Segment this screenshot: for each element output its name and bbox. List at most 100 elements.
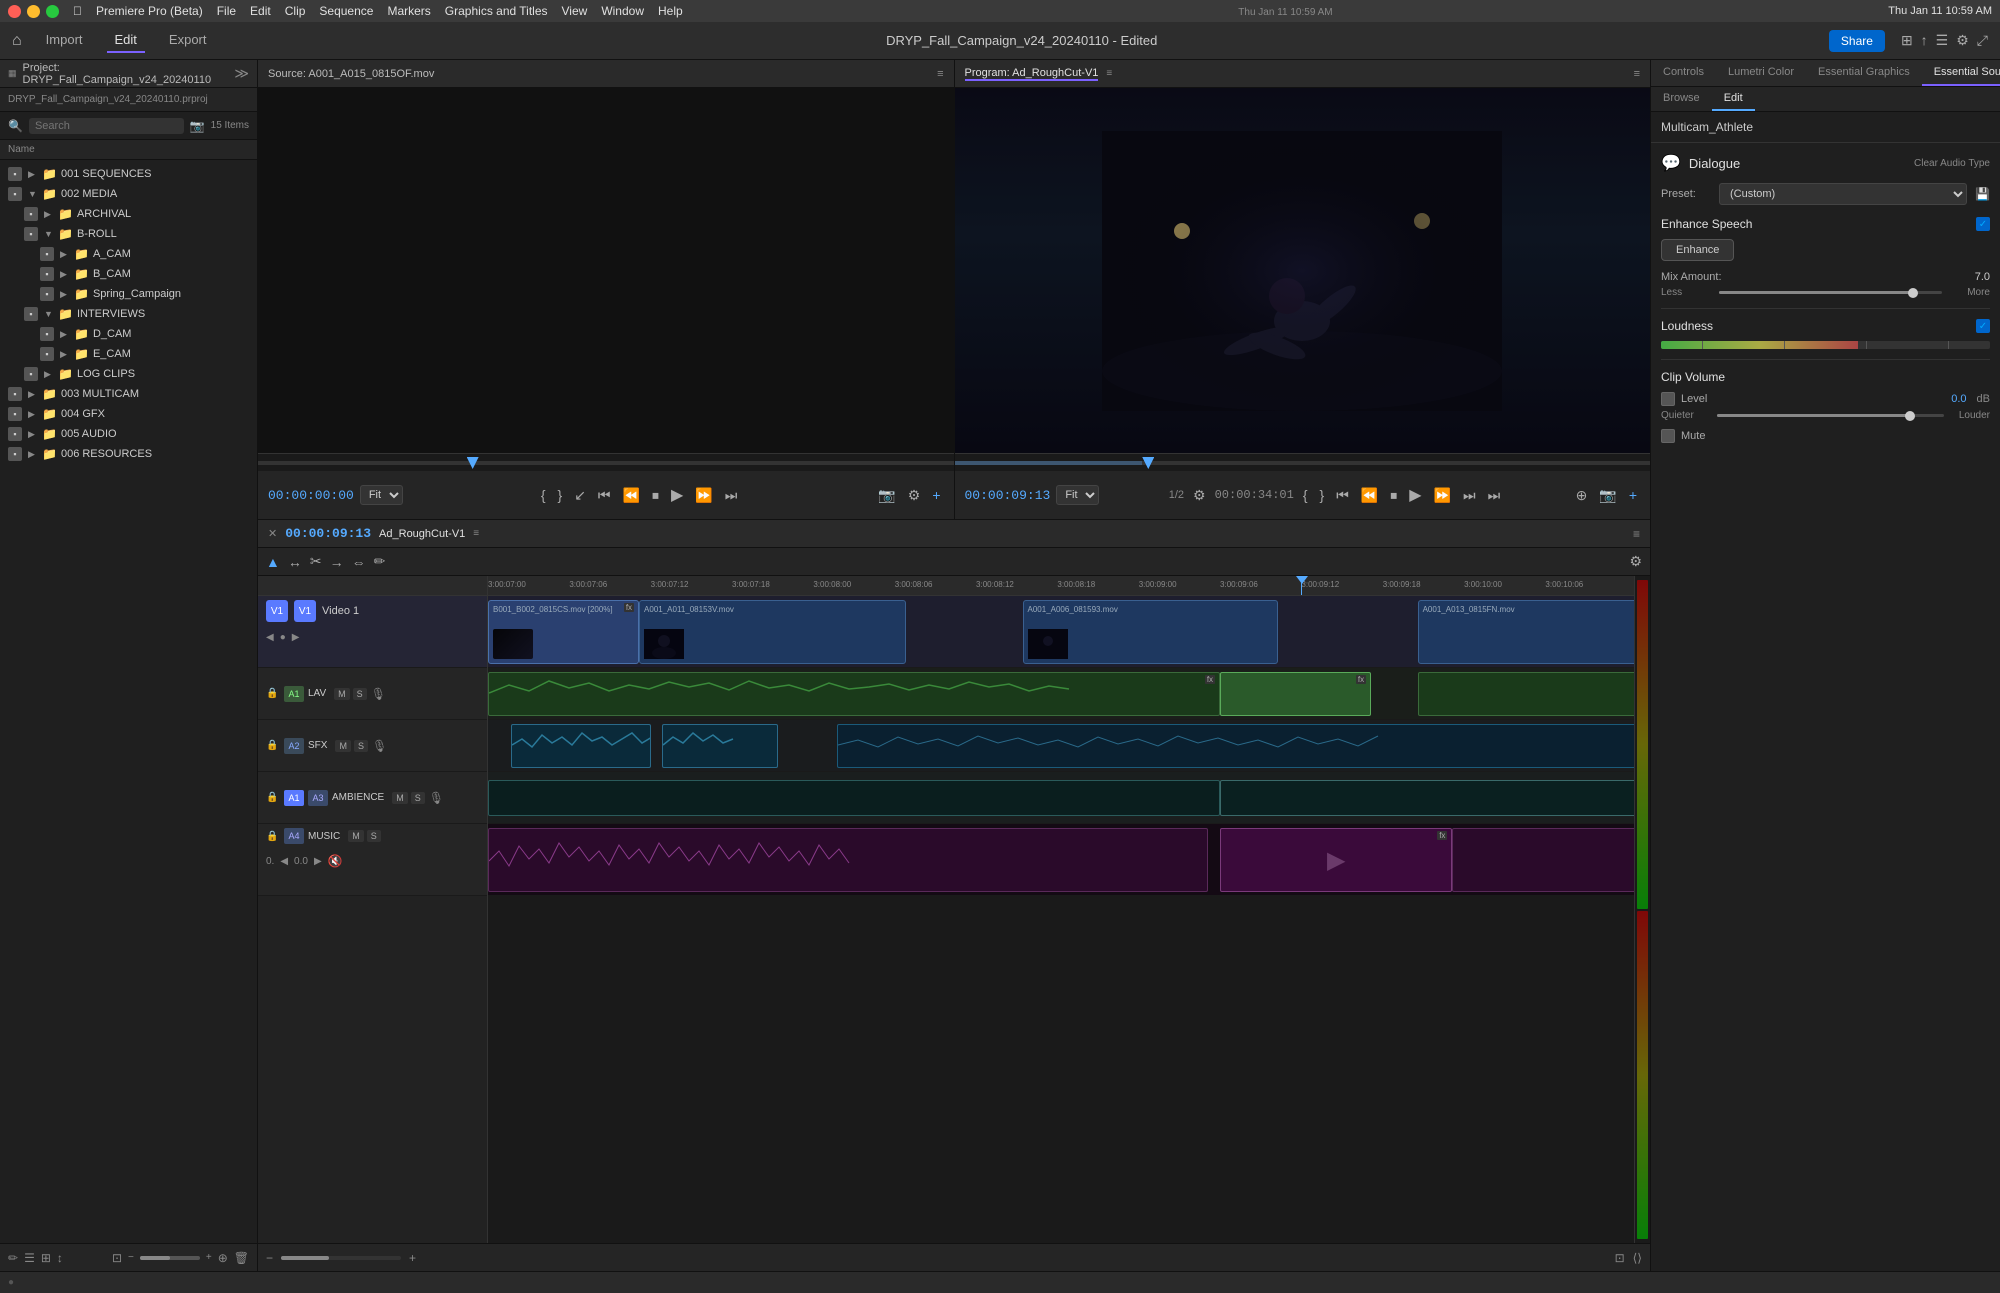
insert-button[interactable]: ↙ xyxy=(571,484,589,507)
v1-toggle[interactable]: V1 xyxy=(266,600,288,622)
clip-menu[interactable]: Clip xyxy=(285,4,306,18)
help-menu[interactable]: Help xyxy=(658,4,683,18)
sort-icon[interactable]: ↕ xyxy=(57,1251,63,1265)
tree-item-bcam[interactable]: ▪ ▶ 📁 B_CAM xyxy=(0,264,257,284)
tree-item-acam[interactable]: ▪ ▶ 📁 A_CAM xyxy=(0,244,257,264)
file-menu[interactable]: File xyxy=(217,4,236,18)
program-mark-in[interactable]: { xyxy=(1300,484,1311,506)
loudness-checkbox[interactable]: ✓ xyxy=(1976,319,1990,333)
v1-fwd[interactable]: ▶ xyxy=(292,632,300,643)
a3-mic-icon[interactable]: 🎙 xyxy=(429,791,444,805)
markers-menu[interactable]: Markers xyxy=(387,4,430,18)
a1-main-toggle[interactable]: A1 xyxy=(284,790,304,806)
a2-s-btn[interactable]: S xyxy=(354,740,368,752)
panel-menu-icon[interactable]: ≫ xyxy=(234,65,249,82)
a1-clip-2[interactable]: fx xyxy=(1220,672,1371,716)
home-icon[interactable]: ⌂ xyxy=(12,32,22,50)
a3-clip-2[interactable] xyxy=(1220,780,1650,816)
autofit-icon[interactable]: ⊡ xyxy=(112,1251,122,1265)
enhance-speech-checkbox[interactable]: ✓ xyxy=(1976,217,1990,231)
fit-select[interactable]: Fit xyxy=(360,485,403,505)
step-forward-button[interactable]: ⏩ xyxy=(692,484,715,507)
program-panel-menu[interactable]: ≡ xyxy=(1634,68,1640,80)
trash-icon[interactable]: 🗑 xyxy=(234,1251,249,1265)
program-fwd[interactable]: ⏭ xyxy=(1460,484,1479,507)
mark-in-button[interactable]: { xyxy=(538,484,549,506)
step-back-button[interactable]: ⏪ xyxy=(620,484,643,507)
close-button[interactable] xyxy=(8,5,21,18)
preset-save-icon[interactable]: 💾 xyxy=(1975,187,1990,201)
mute-checkbox[interactable] xyxy=(1661,429,1675,443)
tree-item-ecam[interactable]: ▪ ▶ 📁 E_CAM xyxy=(0,344,257,364)
timeline-menu[interactable]: ≡ xyxy=(1633,527,1640,541)
clear-audio-type-button[interactable]: Clear Audio Type xyxy=(1914,158,1990,169)
a1-clip-1[interactable]: fx xyxy=(488,672,1220,716)
settings-tool[interactable]: ⚙ xyxy=(1629,553,1642,570)
program-mark-out[interactable]: } xyxy=(1317,484,1328,506)
program-step-back[interactable]: ⏪ xyxy=(1358,484,1381,507)
v1-clip-1[interactable]: B001_B002_0815CS.mov [200%] fx xyxy=(488,600,639,664)
tree-item-archival[interactable]: ▪ ▶ 📁 ARCHIVAL xyxy=(0,204,257,224)
timeline-settings[interactable]: ⟨⟩ xyxy=(1633,1251,1642,1265)
ripple-tool[interactable]: ↔ xyxy=(288,554,302,570)
pen-tool[interactable]: ✏ xyxy=(374,553,386,570)
grid-icon[interactable]: ⊞ xyxy=(41,1251,51,1265)
mark-out-button[interactable]: } xyxy=(555,484,566,506)
edit-menu[interactable]: Edit xyxy=(250,4,271,18)
a2-lock[interactable]: 🔒 xyxy=(266,740,280,751)
tab-essential-graphics[interactable]: Essential Graphics xyxy=(1806,60,1922,86)
volume-thumb[interactable] xyxy=(1905,411,1915,421)
a3-m-btn[interactable]: M xyxy=(392,792,408,804)
timeline-zoom-out[interactable]: − xyxy=(266,1251,273,1265)
track-select-tool[interactable]: → xyxy=(330,554,344,570)
import-tab[interactable]: Import xyxy=(38,28,91,53)
v1-clip-2[interactable]: A001_A011_08153V.mov xyxy=(639,600,906,664)
edit-tab[interactable]: Edit xyxy=(107,28,145,53)
a2-clip-2[interactable] xyxy=(662,724,778,768)
pencil-icon[interactable]: ✏ xyxy=(8,1251,18,1265)
program-rewind[interactable]: ⏮ xyxy=(1333,484,1352,507)
rewind-button[interactable]: ⏮ xyxy=(595,484,614,507)
a3-clip-1[interactable] xyxy=(488,780,1220,816)
minimize-button[interactable] xyxy=(27,5,40,18)
a4-clip-1[interactable] xyxy=(488,828,1208,892)
source-panel-menu[interactable]: ≡ xyxy=(937,68,943,80)
tree-item-spring[interactable]: ▪ ▶ 📁 Spring_Campaign xyxy=(0,284,257,304)
app-name[interactable]: Premiere Pro (Beta) xyxy=(96,4,203,18)
a1-s-btn[interactable]: S xyxy=(353,688,367,700)
tree-item-logclips[interactable]: ▪ ▶ 📁 LOG CLIPS xyxy=(0,364,257,384)
a2-clip-3[interactable] xyxy=(837,724,1650,768)
tree-item-gfx[interactable]: ▪ ▶ 📁 004 GFX xyxy=(0,404,257,424)
timeline-zoom-in[interactable]: + xyxy=(409,1251,416,1265)
a4-s-btn[interactable]: S xyxy=(367,830,381,842)
a1-clip-3[interactable]: fx xyxy=(1418,672,1650,716)
volume-slider[interactable] xyxy=(1717,414,1944,417)
settings-btn2[interactable]: ⚙ xyxy=(905,484,924,507)
program-scrubber[interactable] xyxy=(955,453,1651,471)
add-btn[interactable]: + xyxy=(929,484,943,506)
multi-cam-btn[interactable]: ⊕ xyxy=(1573,484,1591,507)
shuttle-fwd[interactable]: ⏭ xyxy=(1485,484,1504,507)
a4-m-btn[interactable]: M xyxy=(348,830,364,842)
share-button[interactable]: Share xyxy=(1829,30,1885,52)
subtab-browse[interactable]: Browse xyxy=(1651,87,1712,111)
tree-item-media[interactable]: ▪ ▼ 📁 002 MEDIA xyxy=(0,184,257,204)
list-icon[interactable]: ☰ xyxy=(24,1251,35,1265)
search-input[interactable] xyxy=(29,118,184,134)
expand-icon[interactable]: ⤢ xyxy=(1977,32,1988,49)
program-play[interactable]: ▶ xyxy=(1406,482,1424,508)
a4-lock[interactable]: 🔒 xyxy=(266,831,280,842)
tree-item-multicam[interactable]: ▪ ▶ 📁 003 MULTICAM xyxy=(0,384,257,404)
timeline-close[interactable]: ✕ xyxy=(268,527,277,540)
level-checkbox[interactable] xyxy=(1661,392,1675,406)
view-menu[interactable]: View xyxy=(562,4,588,18)
zoom-slider[interactable] xyxy=(140,1256,200,1260)
v1-clip-3[interactable]: A001_A006_081593.mov xyxy=(1023,600,1279,664)
enhance-button[interactable]: Enhance xyxy=(1661,239,1734,261)
mix-slider-thumb[interactable] xyxy=(1908,288,1918,298)
preset-select[interactable]: (Custom) xyxy=(1719,183,1967,205)
a4-vol-up[interactable]: ▶ xyxy=(314,856,322,867)
tab-controls[interactable]: Controls xyxy=(1651,60,1716,86)
a1-lock[interactable]: 🔒 xyxy=(266,688,280,699)
tree-item-dcam[interactable]: ▪ ▶ 📁 D_CAM xyxy=(0,324,257,344)
